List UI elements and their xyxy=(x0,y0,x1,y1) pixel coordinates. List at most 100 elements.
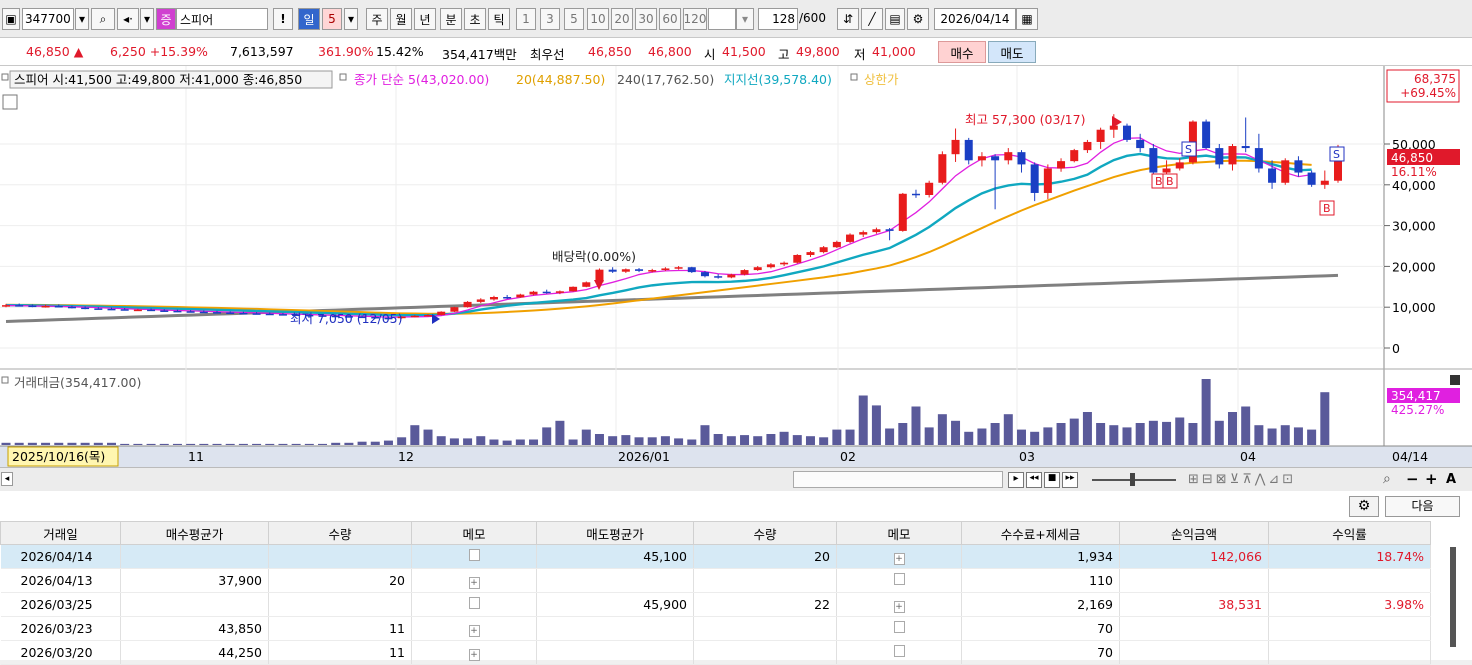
candle-body xyxy=(160,310,169,312)
minute-10[interactable]: 10 xyxy=(587,8,609,30)
period-day[interactable]: 일 xyxy=(298,8,320,30)
volume-bar xyxy=(885,428,895,445)
zoom-slider-handle[interactable] xyxy=(1130,473,1135,486)
period-tick[interactable]: 틱 xyxy=(488,8,510,30)
table-cell xyxy=(120,592,269,617)
auto-scale-icon[interactable]: A xyxy=(1446,472,1456,487)
legend-support: 지지선(39,578.40) xyxy=(724,72,832,87)
compare-icon[interactable]: ⇵ xyxy=(837,8,859,30)
table-row[interactable]: 2026/04/14 45,100 20 +1,934 142,066 18.74% xyxy=(0,544,1431,569)
high-label: 고 xyxy=(778,47,790,62)
table-row[interactable]: 2026/03/20 44,250 11 +70 xyxy=(0,640,1431,665)
legend-upper-limit: 상한가 xyxy=(864,72,899,87)
memo-icon[interactable] xyxy=(468,549,480,561)
period-minute[interactable]: 분 xyxy=(440,8,462,30)
volume-bar xyxy=(608,436,618,445)
table-cell xyxy=(268,592,412,617)
buy-button[interactable]: 매수 xyxy=(938,41,986,63)
table-cell: 70 xyxy=(961,640,1120,665)
alert-button[interactable]: ! xyxy=(273,8,293,30)
period-week[interactable]: 주 xyxy=(366,8,388,30)
column-header[interactable]: 수수료+제세금 xyxy=(961,521,1120,545)
volume-panel-close-icon[interactable] xyxy=(1450,375,1460,385)
memo-icon[interactable]: + xyxy=(468,624,480,637)
legend-ma240: 240(17,762.50) xyxy=(617,72,714,87)
volume-bar xyxy=(502,440,512,445)
custom-period-input[interactable] xyxy=(708,8,736,30)
date-input[interactable]: 2026/04/14 xyxy=(934,8,1016,30)
memo-icon[interactable] xyxy=(893,621,905,633)
memo-icon[interactable] xyxy=(468,597,480,609)
minute-1[interactable]: 1 xyxy=(516,8,536,30)
memo-icon[interactable]: + xyxy=(468,576,480,589)
period-year[interactable]: 년 xyxy=(414,8,436,30)
draw-line-icon[interactable]: ╱ xyxy=(861,8,883,30)
zoom-out-icon[interactable]: − xyxy=(1406,470,1419,488)
forward-icon[interactable]: ▸▸ xyxy=(1062,472,1078,488)
rewind-icon[interactable]: ◂◂ xyxy=(1026,472,1042,488)
count-dropdown-icon[interactable]: ▾ xyxy=(344,8,358,30)
calendar-icon[interactable]: ▦ xyxy=(1016,8,1038,30)
volume-bar xyxy=(542,427,552,445)
play-icon[interactable]: ▸ xyxy=(1008,472,1024,488)
zoom-in-icon[interactable]: + xyxy=(1425,470,1438,488)
memo-icon[interactable]: + xyxy=(893,552,905,565)
drawing-tools-icons[interactable]: ⊞⊟⊠⊻⊼⋀⊿⊡ xyxy=(1188,472,1296,487)
memo-icon[interactable] xyxy=(893,645,905,657)
column-header[interactable]: 메모 xyxy=(836,521,962,545)
grid-settings-gear-icon[interactable]: ⚙ xyxy=(1349,496,1379,517)
low-annotation: 최저 7,050 (12/05) xyxy=(290,311,403,326)
stock-chart[interactable]: 50,00040,00030,00020,00010,0000 스피어 시:41… xyxy=(0,66,1472,467)
column-header[interactable]: 매수평균가 xyxy=(120,521,269,545)
volume-bar xyxy=(555,420,565,445)
search-icon[interactable]: ⌕ xyxy=(91,8,115,30)
column-header[interactable]: 수익률 xyxy=(1268,521,1431,545)
save-icon[interactable]: ▤ xyxy=(885,8,905,30)
memo-cell xyxy=(411,592,537,617)
grid-vertical-scrollbar[interactable] xyxy=(1450,547,1456,647)
period-second[interactable]: 초 xyxy=(464,8,486,30)
stop-icon[interactable]: ■ xyxy=(1044,472,1060,488)
period-month[interactable]: 월 xyxy=(390,8,412,30)
minute-60[interactable]: 60 xyxy=(659,8,681,30)
candle-body xyxy=(213,312,222,314)
table-row[interactable]: 2026/03/23 43,850 11 +70 xyxy=(0,616,1431,641)
minute-30[interactable]: 30 xyxy=(635,8,657,30)
column-header[interactable]: 거래일 xyxy=(0,521,121,545)
chart-menu-icon[interactable] xyxy=(2,94,18,110)
code-dropdown-icon[interactable]: ▾ xyxy=(75,8,89,30)
data-count-input[interactable]: 128 xyxy=(758,8,798,30)
period-count[interactable]: 5 xyxy=(322,8,342,30)
column-header[interactable]: 수량 xyxy=(268,521,412,545)
chart-scroll-bar[interactable]: ◂ ▸ ◂◂ ■ ▸▸ ⊞⊟⊠⊻⊼⋀⊿⊡ ⌕ − + A xyxy=(0,467,1472,491)
sound-dropdown-icon[interactable]: ▾ xyxy=(140,8,154,30)
screen-icon[interactable]: ▣ xyxy=(2,8,20,30)
memo-icon[interactable] xyxy=(893,573,905,585)
column-header[interactable]: 매도평균가 xyxy=(536,521,694,545)
speaker-icon[interactable]: ◂· xyxy=(117,8,139,30)
settings-gear-icon[interactable]: ⚙ xyxy=(907,8,929,30)
table-row[interactable]: 2026/04/13 37,900 20 +110 xyxy=(0,568,1431,593)
column-header[interactable]: 메모 xyxy=(411,521,537,545)
minute-3[interactable]: 3 xyxy=(540,8,560,30)
minute-120[interactable]: 120 xyxy=(683,8,707,30)
custom-dropdown-icon[interactable]: ▾ xyxy=(736,8,754,30)
candle-body xyxy=(1070,150,1079,162)
minute-5[interactable]: 5 xyxy=(564,8,584,30)
stock-name-field[interactable]: 스피어 xyxy=(176,8,268,30)
stock-code-input[interactable]: 347700 xyxy=(22,8,74,30)
column-header[interactable]: 손익금액 xyxy=(1119,521,1269,545)
zoom-search-icon[interactable]: ⌕ xyxy=(1383,471,1391,487)
scroll-thumb[interactable] xyxy=(793,471,1003,488)
x-label-dec: 12 xyxy=(398,449,414,464)
candle-body xyxy=(727,274,736,278)
memo-icon[interactable]: + xyxy=(893,600,905,613)
scroll-left-icon[interactable]: ◂ xyxy=(1,472,13,486)
memo-icon[interactable]: + xyxy=(468,648,480,661)
column-header[interactable]: 수량 xyxy=(693,521,837,545)
table-cell: 37,900 xyxy=(120,568,269,593)
sell-button[interactable]: 매도 xyxy=(988,41,1036,63)
next-button[interactable]: 다음 xyxy=(1385,496,1460,517)
table-row[interactable]: 2026/03/25 45,900 22 +2,169 38,531 3.98% xyxy=(0,592,1431,617)
minute-20[interactable]: 20 xyxy=(611,8,633,30)
